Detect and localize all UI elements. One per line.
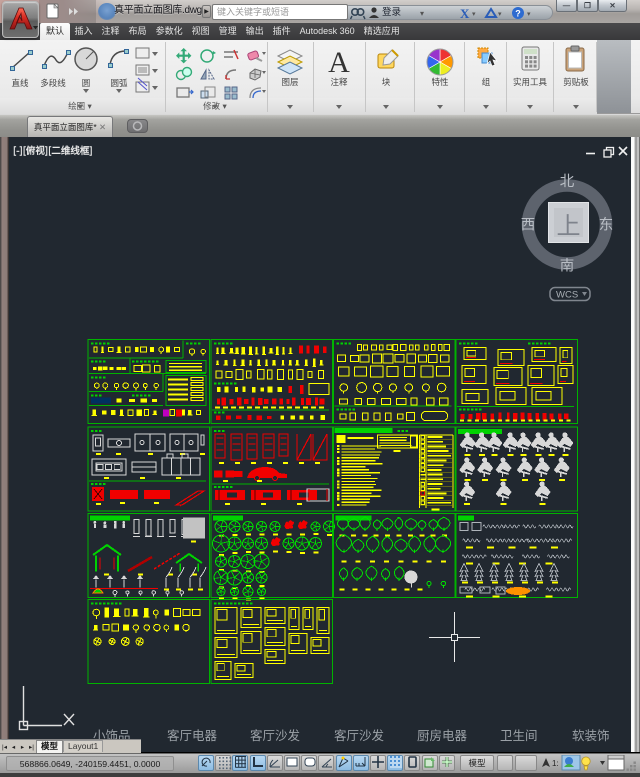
- svg-text:[-][俯视][二维线框]: [-][俯视][二维线框]: [13, 143, 93, 157]
- svg-text:WCS: WCS: [556, 290, 578, 301]
- svg-text:X: X: [460, 6, 470, 20]
- svg-text:▾: ▾: [498, 11, 502, 18]
- svg-text:客厅沙发: 客厅沙发: [250, 725, 301, 744]
- svg-text:上: 上: [557, 206, 581, 241]
- svg-text:南: 南: [560, 255, 575, 276]
- svg-text:北: 北: [560, 170, 575, 191]
- svg-text:西: 西: [521, 214, 536, 235]
- svg-text:1:: 1:: [552, 759, 559, 768]
- svg-text:厨房电器: 厨房电器: [417, 725, 468, 744]
- svg-text:▾: ▾: [472, 11, 476, 18]
- svg-text:软装饰: 软装饰: [572, 725, 610, 744]
- svg-text:东: 东: [599, 214, 614, 235]
- svg-text:▾: ▾: [420, 9, 424, 18]
- svg-text:A: A: [328, 46, 350, 79]
- svg-text:?: ?: [515, 9, 521, 19]
- svg-text:卫生间: 卫生间: [500, 725, 538, 744]
- svg-text:客厅电器: 客厅电器: [167, 725, 218, 744]
- svg-text:客厅沙发: 客厅沙发: [334, 725, 385, 744]
- svg-text:▾: ▾: [527, 11, 531, 18]
